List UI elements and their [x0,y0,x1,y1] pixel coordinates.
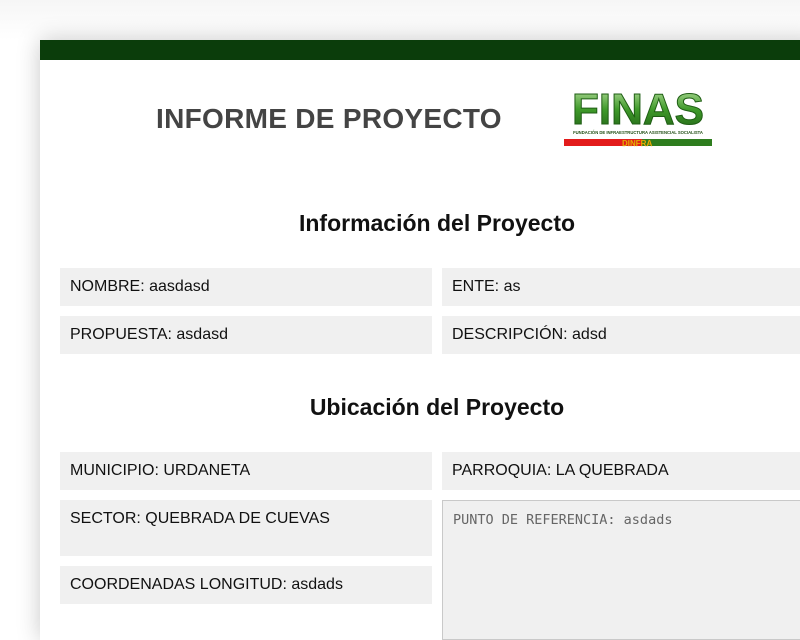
parroquia-field: PARROQUIA: LA QUEBRADA [442,452,800,490]
info-section-title: Información del Proyecto [298,210,576,236]
punto-referencia-textarea[interactable]: PUNTO DE REFERENCIA: asdads [442,500,800,640]
coordenadas-longitud-field: COORDENADAS LONGITUD: asdads [60,566,432,604]
logo-wordmark: FINAS [572,86,704,134]
nombre-field: NOMBRE: aasdasd [60,268,432,306]
logo-green-stripe [642,139,712,146]
sector-field: SECTOR: QUEBRADA DE CUEVAS [60,500,432,556]
page-title: INFORME DE PROYECTO [156,103,502,134]
municipio-field: MUNICIPIO: URDANETA [60,452,432,490]
descripcion-field: DESCRIPCIÓN: adsd [442,316,800,354]
ente-field: ENTE: as [442,268,800,306]
header-bar [40,40,800,60]
location-section-title: Ubicación del Proyecto [309,394,565,420]
report-sheet: INFORME DE PROYECTO FINAS FUNDACIÓN DE I… [40,40,800,640]
finas-logo: FINAS FUNDACIÓN DE INFRAESTRUCTURA ASIST… [564,86,712,148]
logo-tagline: FUNDACIÓN DE INFRAESTRUCTURA ASISTENCIAL… [573,130,703,135]
logo-dinfra: DINFRA [622,139,652,148]
propuesta-field: PROPUESTA: asdasd [60,316,432,354]
